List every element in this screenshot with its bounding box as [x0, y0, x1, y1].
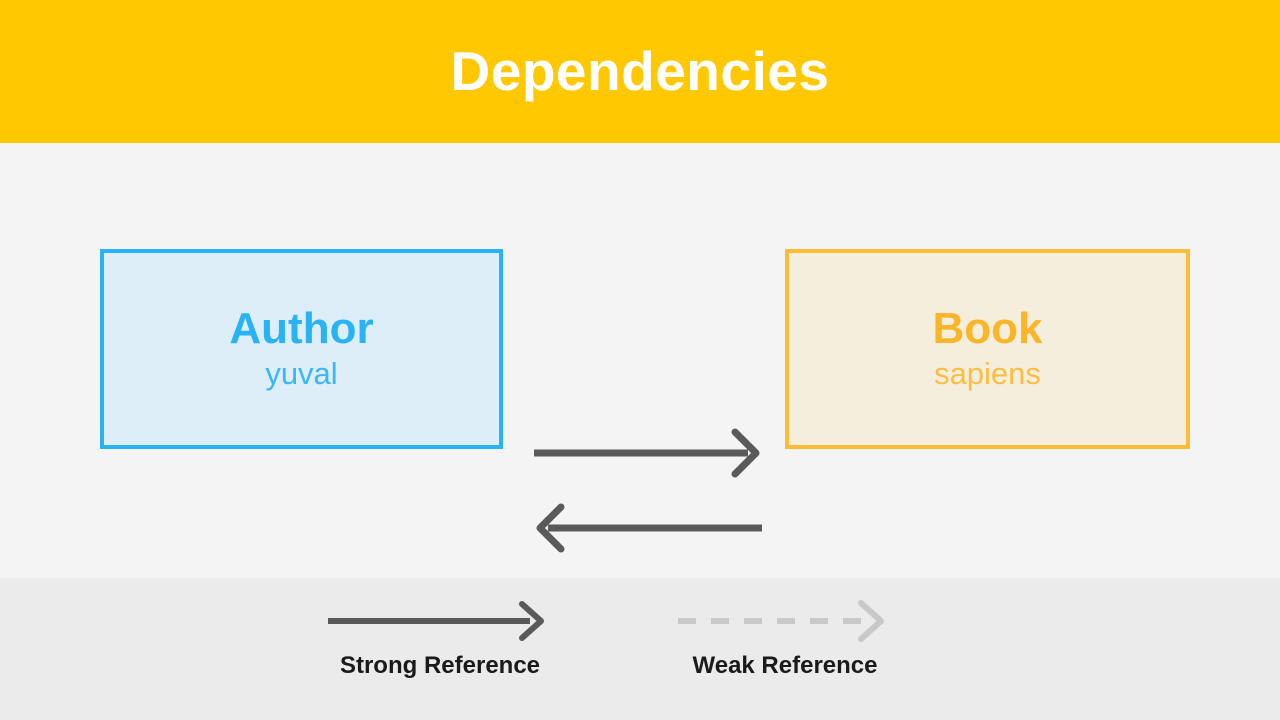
- legend-glyph-weak: [675, 598, 895, 644]
- slide-root: Dependencies Author yuval Book sapiens S…: [0, 0, 1280, 720]
- title-bar: Dependencies: [0, 0, 1280, 143]
- legend-label-strong: Strong Reference: [339, 652, 541, 679]
- node-book-subtitle: sapiens: [934, 355, 1041, 391]
- node-author[interactable]: Author yuval: [100, 249, 503, 449]
- edge-book-to-author: [530, 498, 766, 558]
- edge-author-to-book: [530, 423, 766, 483]
- legend-item-strong-reference: Strong Reference: [300, 598, 580, 678]
- legend-band: Strong Reference Weak Reference: [0, 578, 1280, 720]
- page-title: Dependencies: [450, 40, 830, 102]
- arrow-right-dashed-icon: [678, 600, 884, 642]
- arrow-right-solid-icon: [328, 601, 544, 641]
- legend-item-weak-reference: Weak Reference: [650, 598, 920, 678]
- node-author-subtitle: yuval: [265, 355, 338, 391]
- diagram-canvas: Author yuval Book sapiens: [0, 143, 1280, 578]
- legend-label-weak: Weak Reference: [692, 652, 878, 679]
- arrow-right-solid-icon: [534, 428, 760, 478]
- node-book[interactable]: Book sapiens: [785, 249, 1190, 449]
- arrow-left-solid-icon: [536, 503, 762, 553]
- legend-glyph-strong: [325, 598, 555, 644]
- node-book-title: Book: [932, 304, 1043, 354]
- node-author-title: Author: [229, 304, 374, 354]
